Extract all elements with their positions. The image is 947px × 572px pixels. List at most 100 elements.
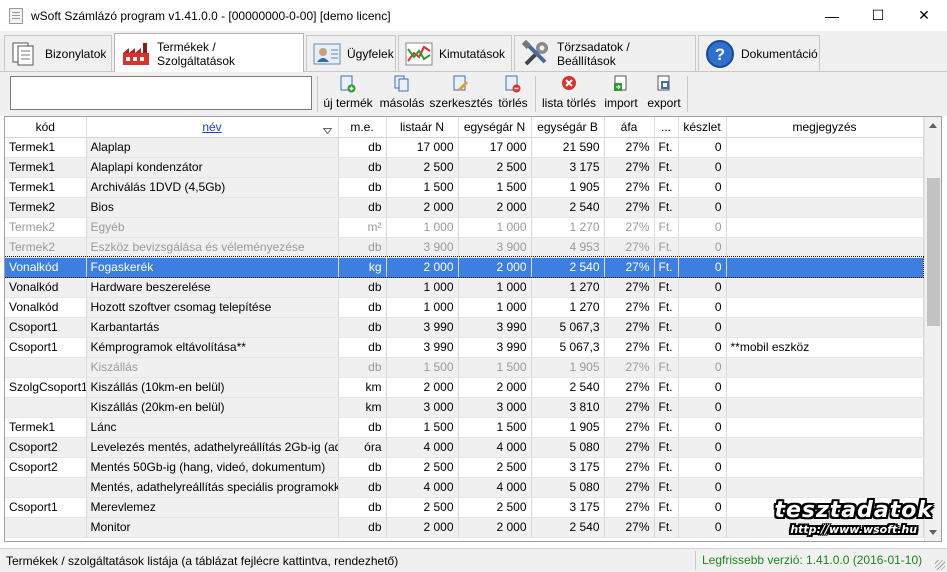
column-header-label: név	[202, 119, 222, 134]
tab-label: Termékek / Szolgáltatások	[157, 39, 236, 68]
table-row[interactable]: Vonalkód Hardware beszerelése db 1 000 1 000…	[5, 277, 924, 298]
export-icon	[656, 75, 672, 93]
cell-nev: Eszköz bevizsgálása és véleményezése	[86, 237, 339, 258]
scroll-up-icon[interactable]	[929, 123, 937, 128]
tab-ugyfelek[interactable]: Ügyfelek	[306, 35, 396, 71]
import-button[interactable]: import	[601, 75, 641, 113]
export-button[interactable]: export	[644, 75, 684, 113]
table-row[interactable]: Termek1 Alaplapi kondenzátor db 2 500 2 500 3…	[5, 157, 924, 178]
column-header-keszlet[interactable]: készlet	[678, 117, 727, 138]
column-header-egysegar-netto[interactable]: egységár N	[458, 117, 532, 138]
cell-nev: Kiszállás (10km-en belül)	[86, 377, 339, 398]
cell-egysegar-brutto: 1 270	[531, 277, 605, 298]
column-header-deviza[interactable]: ...	[654, 117, 679, 138]
cell-afa: 27%	[604, 357, 655, 378]
products-grid[interactable]: kód név m.e. listaár N egységár N egység…	[4, 116, 942, 542]
tab-termekek[interactable]: Termékek / Szolgáltatások	[114, 33, 304, 73]
toolbar-separator	[687, 76, 688, 112]
cell-me: db	[338, 317, 387, 338]
cell-megjegyzes	[726, 417, 924, 438]
table-row[interactable]: Termek1 Lánc db 1 500 1 500 1 905 27% Ft. 0	[5, 417, 924, 438]
table-row[interactable]: Csoport1 Karbantartás db 3 990 3 990 5 067,3 2…	[5, 317, 924, 338]
table-row[interactable]: Mentés, adathelyreállítás speciális prog…	[5, 477, 924, 498]
table-row[interactable]: Kiszállás db 1 500 1 500 1 905 27% Ft. 0	[5, 357, 924, 378]
cell-egysegar-netto: 2 500	[458, 157, 532, 178]
table-row[interactable]: Csoport2 Mentés 50Gb-ig (hang, videó, dok…	[5, 457, 924, 478]
cell-keszlet: 0	[678, 137, 727, 158]
delete-document-icon	[505, 75, 521, 93]
cell-keszlet: 0	[678, 477, 727, 498]
cell-listaar: 3 000	[386, 397, 459, 418]
title-bar: wSoft Számlázó program v1.41.0.0 - [0000…	[0, 0, 947, 31]
cell-egysegar-brutto: 2 540	[531, 257, 605, 278]
search-input[interactable]	[10, 76, 312, 110]
scroll-thumb[interactable]	[927, 178, 940, 326]
table-row[interactable]: Termek1 Alaplap db 17 000 17 000 21 590 27% Ft.…	[5, 137, 924, 158]
table-row[interactable]: Termek1 Archiválás 1DVD (4,5Gb) db 1 500 1 5…	[5, 177, 924, 198]
column-header-me[interactable]: m.e.	[338, 117, 387, 138]
cell-me: km	[338, 397, 387, 418]
maximize-button[interactable]: ☐	[855, 0, 901, 31]
close-button[interactable]: ✕	[901, 0, 947, 31]
cell-afa: 27%	[604, 397, 655, 418]
cell-listaar: 4 000	[386, 437, 459, 458]
cell-deviza: Ft.	[654, 497, 679, 518]
table-row[interactable]: Vonalkód Fogaskerék kg 2 000 2 000 2 540 27% Ft…	[5, 256, 924, 278]
window-controls: — ☐ ✕	[809, 0, 947, 31]
column-header-kod[interactable]: kód	[5, 117, 87, 138]
cell-nev: Egyéb	[86, 217, 339, 238]
cell-megjegyzes	[726, 137, 924, 158]
tab-kimutatasok[interactable]: Kimutatások	[398, 35, 512, 71]
cell-egysegar-netto: 3 900	[458, 237, 532, 258]
cell-nev: Bios	[86, 197, 339, 218]
column-header-nev[interactable]: név	[86, 117, 339, 138]
cell-kod	[5, 517, 87, 538]
cell-egysegar-brutto: 1 905	[531, 177, 605, 198]
vertical-scrollbar[interactable]	[924, 117, 941, 541]
column-header-egysegar-brutto[interactable]: egységár B	[531, 117, 605, 138]
new-product-button[interactable]: új termék	[321, 75, 375, 113]
minimize-button[interactable]: —	[809, 0, 855, 31]
clear-list-button[interactable]: lista törlés	[539, 75, 599, 113]
cell-keszlet: 0	[678, 177, 727, 198]
cell-me: db	[338, 497, 387, 518]
cell-kod	[5, 357, 87, 378]
cell-me: db	[338, 517, 387, 538]
cell-listaar: 1 000	[386, 297, 459, 318]
cell-megjegyzes	[726, 257, 924, 278]
edit-document-icon	[453, 75, 469, 93]
column-header-megjegyzes[interactable]: megjegyzés	[726, 117, 924, 138]
tab-dokumentacio[interactable]: ? Dokumentáció	[698, 35, 820, 71]
edit-button[interactable]: szerkesztés	[429, 75, 493, 113]
table-row[interactable]: Csoport2 Levelezés mentés, adathelyreállí…	[5, 437, 924, 458]
cell-egysegar-brutto: 3 175	[531, 497, 605, 518]
cell-kod: Csoport1	[5, 497, 87, 518]
cell-egysegar-netto: 1 500	[458, 357, 532, 378]
copy-button[interactable]: másolás	[378, 75, 426, 113]
column-header-listaar[interactable]: listaár N	[386, 117, 459, 138]
delete-button[interactable]: törlés	[495, 75, 531, 113]
table-row[interactable]: SzolgCsoport1 Kiszállás (10km-en belül) km…	[5, 377, 924, 398]
column-header-afa[interactable]: áfa	[604, 117, 655, 138]
cell-listaar: 2 500	[386, 457, 459, 478]
table-row[interactable]: Kiszállás (20km-en belül) km 3 000 3 000 3 8…	[5, 397, 924, 418]
cell-egysegar-brutto: 4 953	[531, 237, 605, 258]
cell-me: db	[338, 157, 387, 178]
table-row[interactable]: Csoport1 Kémprogramok eltávolítása** db 3 9…	[5, 337, 924, 358]
cell-me: db	[338, 357, 387, 378]
table-row[interactable]: Termek2 Bios db 2 000 2 000 2 540 27% Ft. 0	[5, 197, 924, 218]
cell-nev: Kiszállás (20km-en belül)	[86, 397, 339, 418]
cell-me: db	[338, 337, 387, 358]
help-icon: ?	[705, 39, 735, 68]
cell-afa: 27%	[604, 237, 655, 258]
table-row[interactable]: Termek2 Egyéb m² 1 000 1 000 1 270 27% Ft. 0	[5, 217, 924, 238]
copy-icon	[394, 75, 410, 93]
resize-grip[interactable]	[935, 560, 945, 570]
cell-megjegyzes	[726, 437, 924, 458]
button-label: másolás	[379, 96, 425, 110]
table-row[interactable]: Vonalkód Hozott szoftver csomag telepítés…	[5, 297, 924, 318]
cell-listaar: 1 000	[386, 277, 459, 298]
tab-torzsadatok[interactable]: Törzsadatok / Beállítások	[514, 35, 696, 71]
tab-bizonylatok[interactable]: Bizonylatok	[4, 35, 112, 71]
table-row[interactable]: Termek2 Eszköz bevizsgálása és véleményez…	[5, 237, 924, 258]
